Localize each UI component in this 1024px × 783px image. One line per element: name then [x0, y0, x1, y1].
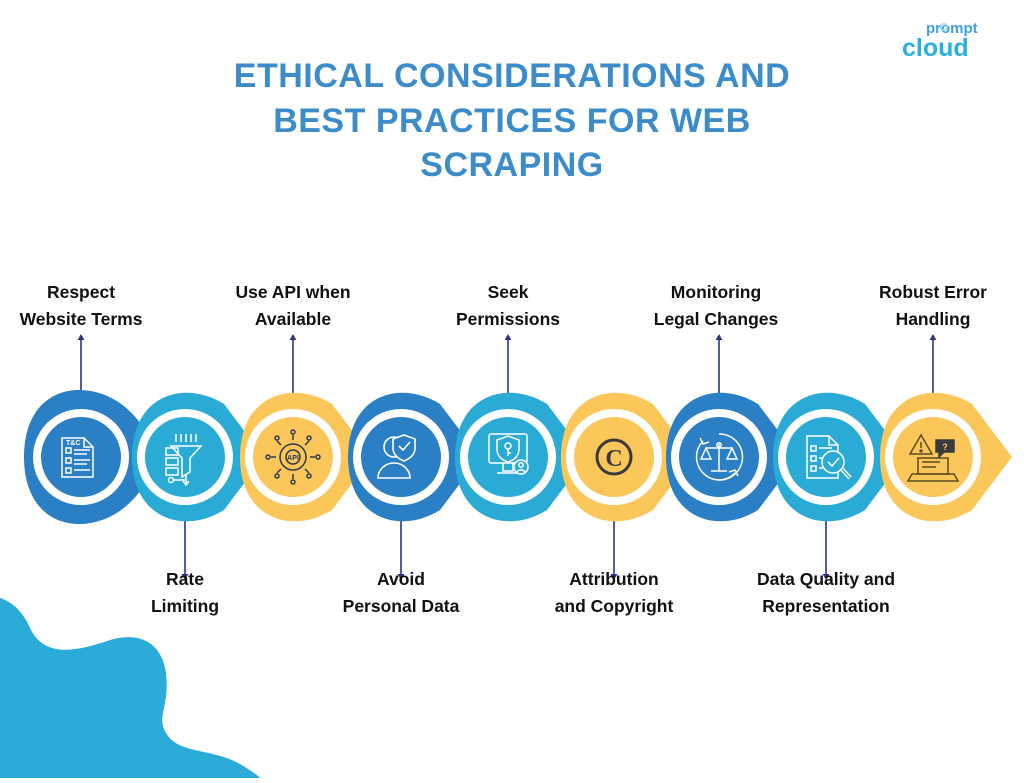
- step-label-2: Rate Limiting: [80, 566, 290, 620]
- step-label-9-line-1: Robust Error: [879, 282, 987, 302]
- svg-text:API: API: [287, 455, 299, 462]
- step-label-9-line-2: Handling: [895, 309, 971, 330]
- step-label-1-line-2: Website Terms: [19, 309, 143, 330]
- step-label-4: Avoid Personal Data: [296, 566, 506, 620]
- step-label-3-line-2: Available: [254, 309, 332, 330]
- svg-text:C: C: [605, 446, 622, 472]
- step-label-4-line-1: Avoid: [377, 569, 425, 589]
- page-title-line-3: SCRAPING: [420, 146, 604, 185]
- step-label-6-line-2: and Copyright: [554, 596, 674, 617]
- step-label-1: Respect Website Terms: [0, 279, 186, 333]
- step-label-2-line-2: Limiting: [150, 596, 220, 617]
- step-1-inner: [41, 417, 121, 497]
- step-label-8-line-1: Data Quality and: [756, 569, 896, 589]
- svg-text:?: ?: [942, 442, 948, 452]
- step-label-5-line-1: Seek: [487, 282, 529, 302]
- step-label-6-line-1: Attribution: [569, 569, 659, 589]
- step-label-7-line-1: Monitoring: [670, 282, 762, 302]
- step-label-7-line-2: Legal Changes: [653, 309, 779, 330]
- flow-step-9[interactable]: ?: [880, 392, 1012, 522]
- step-label-4-line-2: Personal Data: [342, 596, 460, 617]
- step-9-inner: [893, 417, 973, 497]
- logo-swoosh-icon: [975, 42, 984, 57]
- svg-text:T&C: T&C: [66, 440, 80, 447]
- step-label-2-line-1: Rate: [166, 569, 204, 589]
- step-label-8-line-2: Representation: [762, 596, 890, 617]
- step-label-9: Robust Error Handling: [828, 279, 1024, 333]
- step-label-3: Use API when Available: [188, 279, 398, 333]
- step-label-5: Seek Permissions: [403, 279, 613, 333]
- step-label-6: Attribution and Copyright: [509, 566, 719, 620]
- page-title-line-2: BEST PRACTICES FOR WEB: [273, 101, 751, 140]
- page-title-line-1: ETHICAL CONSIDERATIONS AND: [233, 57, 791, 95]
- step-label-7: Monitoring Legal Changes: [611, 279, 821, 333]
- step-label-8: Data Quality and Representation: [721, 566, 931, 620]
- step-label-5-line-2: Permissions: [455, 309, 561, 330]
- step-label-3-line-1: Use API when: [235, 282, 351, 302]
- step-2-inner: [145, 417, 225, 497]
- promptcloud-logo[interactable]: prompt cloud: [884, 16, 1004, 64]
- page-title: ETHICAL CONSIDERATIONS AND BEST PRACTICE…: [0, 54, 1024, 188]
- logo-text-cloud: cloud: [902, 34, 969, 62]
- step-label-1-line-1: Respect: [46, 282, 116, 302]
